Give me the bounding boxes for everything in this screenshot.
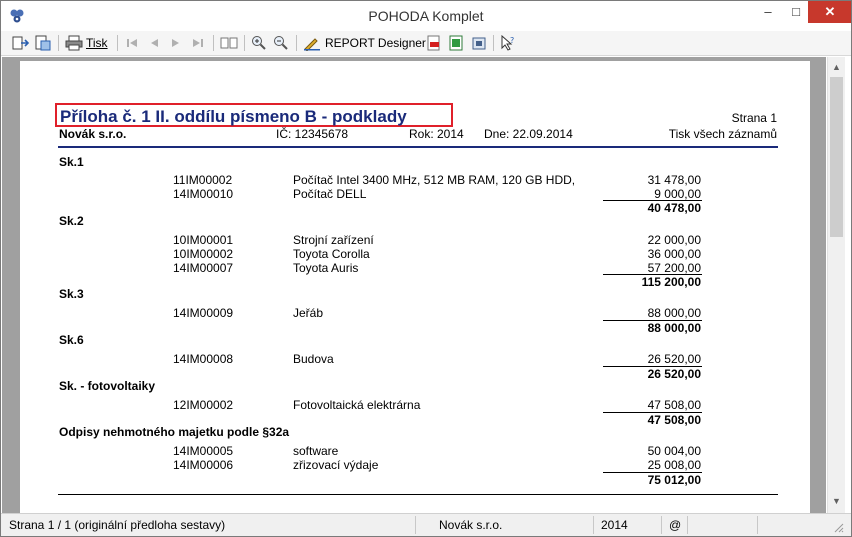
application-window: POHODA Komplet – □ ✕ Tisk REPORT Designe…	[0, 0, 852, 537]
asset-code: 14IM00008	[173, 352, 234, 366]
previous-page-icon[interactable]	[147, 34, 161, 52]
asset-description: zřizovací výdaje	[293, 458, 379, 472]
asset-description: software	[293, 444, 339, 458]
asset-amount: 88 000,00	[647, 306, 701, 320]
vertical-scrollbar[interactable]: ▲ ▼	[827, 57, 845, 513]
page-setup-icon[interactable]	[34, 34, 52, 52]
help-pointer-icon[interactable]: ?	[500, 34, 516, 52]
asset-amount: 47 508,00	[647, 398, 701, 412]
group-title: Sk.6	[59, 333, 84, 347]
print-label: Tisk	[86, 36, 108, 50]
asset-code: 14IM00005	[173, 444, 234, 458]
asset-description: Toyota Auris	[293, 261, 359, 275]
group-title: Sk.1	[59, 155, 84, 169]
svg-text:?: ?	[510, 36, 514, 45]
toolbar: Tisk REPORT Designer ?	[1, 31, 851, 56]
group-total: 88 000,00	[647, 321, 701, 335]
asset-code: 10IM00001	[173, 233, 234, 247]
asset-amount: 25 008,00	[647, 458, 701, 472]
resize-grip-icon[interactable]	[833, 522, 845, 536]
footer-rule	[58, 494, 778, 495]
report-page: Příloha č. 1 II. oddílu písmeno B - podk…	[20, 61, 810, 521]
status-pages: Strana 1 / 1 (originální předloha sestav…	[9, 518, 226, 532]
header-rule	[58, 146, 778, 148]
group-title: Sk.2	[59, 214, 84, 228]
scroll-up-icon[interactable]: ▲	[828, 59, 845, 75]
print-mode: Tisk všech záznamů	[668, 127, 777, 141]
asset-amount: 22 000,00	[647, 233, 701, 247]
company-id: IČ: 12345678	[276, 127, 349, 141]
group-title: Odpisy nehmotného majetku podle §32a	[59, 425, 290, 439]
group-title: Sk. - fotovoltaiky	[59, 379, 156, 393]
report-date: Dne: 22.09.2014	[484, 127, 573, 141]
asset-description: Strojní zařízení	[293, 233, 374, 247]
asset-code: 12IM00002	[173, 398, 234, 412]
group-total: 115 200,00	[641, 275, 701, 289]
group-title: Sk.3	[59, 287, 84, 301]
status-at: @	[669, 518, 682, 532]
asset-description: Jeřáb	[293, 306, 324, 320]
report-designer-button[interactable]: REPORT Designer	[303, 34, 426, 52]
asset-code: 14IM00010	[173, 187, 234, 201]
asset-amount: 57 200,00	[647, 261, 701, 275]
report-designer-label: REPORT Designer	[325, 36, 426, 50]
close-button[interactable]: ✕	[808, 1, 851, 23]
window-title: POHODA Komplet	[368, 8, 484, 24]
group-total: 26 520,00	[647, 367, 701, 381]
asset-amount: 9 000,00	[654, 187, 701, 201]
asset-amount: 26 520,00	[647, 352, 701, 366]
asset-description: Toyota Corolla	[293, 247, 370, 261]
asset-code: 14IM00006	[173, 458, 234, 472]
zoom-in-icon[interactable]	[251, 34, 267, 52]
group-total: 47 508,00	[647, 413, 701, 427]
print-preview-area[interactable]: Příloha č. 1 II. oddílu písmeno B - podk…	[2, 57, 826, 521]
report-title: Příloha č. 1 II. oddílu písmeno B - podk…	[60, 107, 407, 126]
asset-description: Budova	[293, 352, 334, 366]
asset-description: Počítač Intel 3400 MHz, 512 MB RAM, 120 …	[293, 173, 576, 187]
zoom-out-icon[interactable]	[273, 34, 289, 52]
scroll-down-icon[interactable]: ▼	[828, 493, 845, 509]
scroll-thumb[interactable]	[830, 77, 843, 237]
report-year: Rok: 2014	[409, 127, 464, 141]
minimize-button[interactable]: –	[755, 1, 781, 23]
email-export-icon[interactable]	[471, 34, 487, 52]
first-page-icon[interactable]	[125, 34, 139, 52]
print-button[interactable]: Tisk	[65, 34, 108, 52]
asset-amount: 36 000,00	[647, 247, 701, 261]
company-name: Novák s.r.o.	[59, 127, 127, 141]
asset-code: 14IM00009	[173, 306, 234, 320]
status-year: 2014	[601, 518, 628, 532]
asset-code: 11IM00002	[173, 173, 233, 187]
asset-code: 10IM00002	[173, 247, 234, 261]
page-number: Strana 1	[731, 111, 777, 125]
asset-description: Počítač DELL	[293, 187, 367, 201]
asset-amount: 31 478,00	[647, 173, 701, 187]
asset-description: Fotovoltaická elektrárna	[293, 398, 421, 412]
status-bar: Strana 1 / 1 (originální předloha sestav…	[1, 513, 851, 536]
excel-export-icon[interactable]	[448, 34, 464, 52]
group-total: 40 478,00	[647, 201, 701, 215]
next-page-icon[interactable]	[169, 34, 183, 52]
asset-amount: 50 004,00	[647, 444, 701, 458]
pdf-export-icon[interactable]	[426, 34, 442, 52]
last-page-icon[interactable]	[191, 34, 205, 52]
asset-code: 14IM00007	[173, 261, 234, 275]
status-company: Novák s.r.o.	[439, 518, 503, 532]
maximize-button[interactable]: □	[783, 1, 809, 23]
group-total: 75 012,00	[647, 473, 701, 487]
export-icon[interactable]	[12, 34, 30, 52]
title-bar: POHODA Komplet – □ ✕	[1, 1, 851, 31]
two-pages-icon[interactable]	[220, 34, 238, 52]
